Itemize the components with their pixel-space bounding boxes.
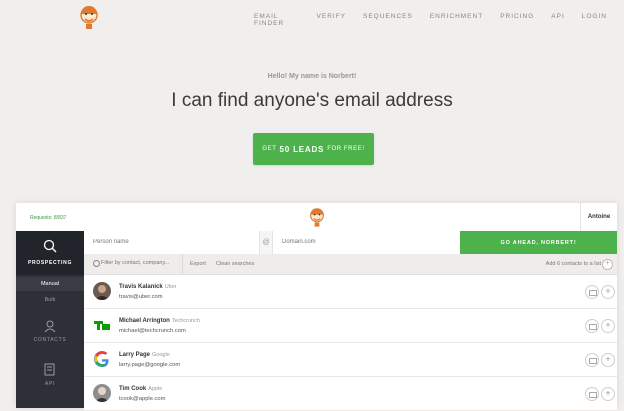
export-link[interactable]: Export bbox=[190, 261, 206, 267]
contact-name: Michael Arrington Techcrunch bbox=[119, 318, 200, 324]
contact-email: michael@techcrunch.com bbox=[119, 328, 186, 334]
add-to-list-button[interactable]: + bbox=[602, 259, 613, 270]
contact-company: Apple bbox=[148, 386, 163, 392]
contact-row[interactable]: Michael Arrington Techcrunch michael@tech… bbox=[84, 309, 617, 343]
techcrunch-logo bbox=[93, 316, 111, 334]
person-name-field bbox=[84, 231, 260, 255]
hero-greeting: Hello! My name is Norbert! bbox=[267, 73, 357, 80]
get-leads-button[interactable]: GET 50 LEADS FOR FREE! bbox=[253, 133, 374, 165]
contact-company: Uber bbox=[164, 284, 177, 290]
nav-links: EMAIL FINDER VERIFY SEQUENCES ENRICHMENT… bbox=[254, 13, 624, 27]
add-contact-button[interactable]: + bbox=[601, 353, 615, 367]
sidebar-sub-bulk[interactable]: Bulk bbox=[16, 293, 84, 307]
person-name-input[interactable] bbox=[93, 239, 253, 245]
contact-row[interactable]: Larry Page Google larry.page@google.com + bbox=[84, 343, 617, 377]
add-contact-button[interactable]: + bbox=[601, 319, 615, 333]
app-preview: Requests: 8/837 Antoine PROSPECTING Manu… bbox=[16, 203, 617, 411]
contact-email: travis@uber.com bbox=[119, 294, 163, 300]
at-separator: @ bbox=[260, 231, 273, 255]
filter-input[interactable] bbox=[101, 260, 181, 266]
sidebar-item-api[interactable]: API bbox=[16, 359, 84, 393]
filter-toolbar: Export Clean searches Add 6 contacts to … bbox=[84, 254, 617, 275]
cta-bold: 50 LEADS bbox=[279, 144, 325, 154]
domain-field bbox=[273, 231, 460, 255]
nav-enrichment[interactable]: ENRICHMENT bbox=[430, 13, 483, 27]
app-header: Requests: 8/837 Antoine bbox=[16, 203, 617, 232]
contact-email: tcook@apple.com bbox=[119, 396, 166, 402]
email-icon[interactable] bbox=[585, 353, 599, 367]
sidebar-label-api: API bbox=[44, 381, 56, 387]
sidebar-label-prospecting: PROSPECTING bbox=[27, 260, 73, 266]
cta-pre: GET bbox=[262, 146, 277, 152]
norbert-logo[interactable] bbox=[79, 4, 99, 30]
document-icon bbox=[44, 363, 55, 376]
add-contact-button[interactable]: + bbox=[601, 387, 615, 401]
nav-pricing[interactable]: PRICING bbox=[500, 13, 534, 27]
add-contact-button[interactable]: + bbox=[601, 285, 615, 299]
hero-headline: I can find anyone's email address bbox=[171, 90, 453, 111]
contact-name: Larry Page Google bbox=[119, 352, 170, 358]
sidebar-label-contacts: CONTACTS bbox=[33, 337, 67, 343]
user-menu[interactable]: Antoine bbox=[580, 203, 617, 231]
nav-login[interactable]: LOGIN bbox=[582, 13, 607, 27]
contact-name: Tim Cook Apple bbox=[119, 386, 163, 392]
filter-box bbox=[84, 254, 183, 274]
contact-row[interactable]: Tim Cook Apple tcook@apple.com + bbox=[84, 377, 617, 411]
clean-searches-link[interactable]: Clean searches bbox=[216, 261, 254, 267]
requests-counter: Requests: 8/837 bbox=[30, 215, 67, 221]
avatar bbox=[93, 282, 111, 300]
go-ahead-button[interactable]: GO AHEAD, NORBERT! bbox=[460, 231, 617, 254]
sidebar-item-contacts[interactable]: CONTACTS bbox=[16, 315, 84, 349]
email-icon[interactable] bbox=[585, 285, 599, 299]
contact-company: Techcrunch bbox=[171, 318, 200, 324]
nav-email-finder[interactable]: EMAIL FINDER bbox=[254, 13, 300, 27]
sidebar-item-prospecting[interactable]: PROSPECTING bbox=[16, 231, 84, 275]
avatar bbox=[93, 384, 111, 402]
nav-verify[interactable]: VERIFY bbox=[317, 13, 346, 27]
filter-search-icon bbox=[93, 260, 100, 267]
nav-api[interactable]: API bbox=[551, 13, 564, 27]
google-logo bbox=[93, 350, 111, 368]
contact-email: larry.page@google.com bbox=[119, 362, 181, 368]
contact-row[interactable]: Travis Kalanick Uber travis@uber.com + bbox=[84, 275, 617, 309]
contact-company: Google bbox=[152, 352, 170, 358]
domain-input[interactable] bbox=[282, 239, 442, 245]
contact-name: Travis Kalanick Uber bbox=[119, 284, 177, 290]
email-icon[interactable] bbox=[585, 319, 599, 333]
top-navigation: EMAIL FINDER VERIFY SEQUENCES ENRICHMENT… bbox=[0, 0, 624, 36]
sidebar: PROSPECTING Manual Bulk CONTACTS API bbox=[16, 231, 84, 408]
search-row: @ GO AHEAD, NORBERT! bbox=[84, 231, 617, 255]
person-icon bbox=[44, 320, 56, 333]
add-to-list-label: Add 6 contacts to a list bbox=[545, 261, 601, 267]
norbert-app-logo bbox=[310, 208, 324, 227]
nav-sequences[interactable]: SEQUENCES bbox=[363, 13, 413, 27]
email-icon[interactable] bbox=[585, 387, 599, 401]
search-icon bbox=[43, 239, 57, 253]
sidebar-sub-manual[interactable]: Manual bbox=[16, 277, 84, 291]
cta-post: FOR FREE! bbox=[327, 146, 365, 152]
